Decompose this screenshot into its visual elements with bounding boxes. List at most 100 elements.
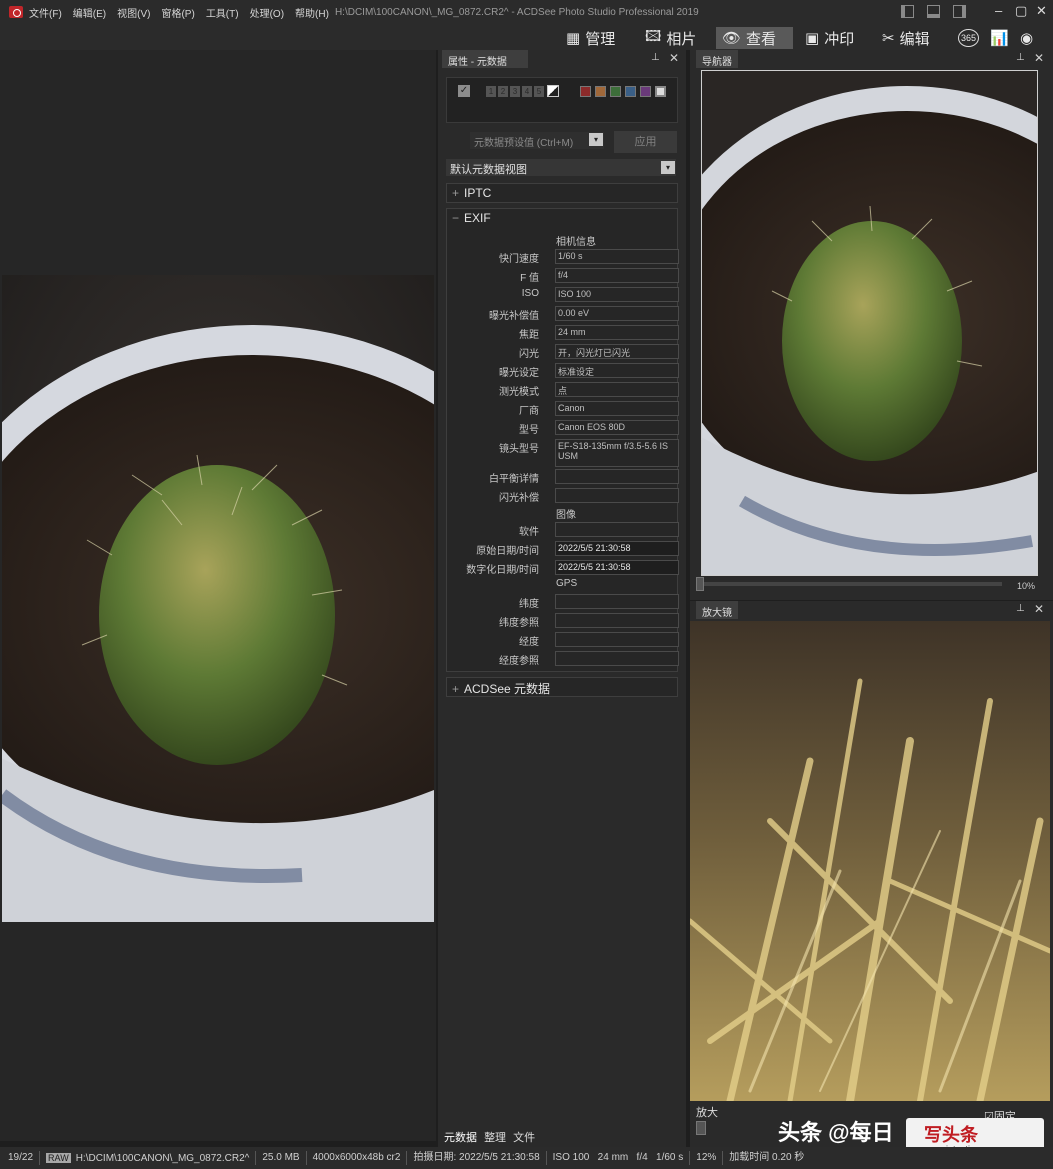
status-date: 拍摄日期: 2022/5/5 21:30:58 — [407, 1151, 547, 1165]
layout-right-icon[interactable] — [953, 5, 966, 18]
rating-3[interactable]: 3 — [510, 86, 520, 97]
navigator-zoom-handle[interactable] — [696, 577, 704, 591]
minimize-icon[interactable]: ‒ — [995, 3, 1002, 19]
software-field[interactable] — [555, 522, 679, 537]
exposure-mode-label: 曝光设定 — [499, 368, 539, 379]
mode-dashboard[interactable]: 📊 — [990, 27, 1009, 49]
iptc-section[interactable]: + IPTC — [446, 183, 678, 203]
layout-left-icon[interactable] — [901, 5, 914, 18]
mode-develop[interactable]: ▣ 冲印 — [805, 27, 854, 49]
mode-manage[interactable]: ▦ 管理 — [566, 27, 615, 49]
pin-icon[interactable]: ⊥ — [651, 52, 660, 63]
magnifier-view[interactable] — [690, 621, 1050, 1101]
status-load-time: 加载时间 0.20 秒 — [729, 1152, 805, 1163]
acdsee-metadata-section[interactable]: + ACDSee 元数据 — [446, 677, 678, 697]
status-path: RAW H:\DCIM\100CANON\_MG_0872.CR2^ — [40, 1151, 257, 1165]
menu-view[interactable]: 视图(V) — [117, 5, 150, 20]
image-heading: 图像 — [556, 510, 576, 521]
rating-1[interactable]: 1 — [486, 86, 496, 97]
lens-label: 镜头型号 — [499, 444, 539, 455]
latitude-ref-field[interactable] — [555, 613, 679, 628]
tab-magnifier[interactable]: 放大镜 — [696, 601, 738, 619]
tab-organize[interactable]: 整理 — [484, 1132, 506, 1144]
metering-field[interactable]: 点 — [555, 382, 679, 397]
fnumber-label: F 值 — [520, 273, 539, 284]
clear-rating-icon[interactable] — [547, 85, 559, 97]
mode-photos[interactable]: 🖾 相片 — [645, 27, 696, 49]
raw-badge: RAW — [46, 1153, 71, 1163]
close-icon[interactable]: ✕ — [1034, 51, 1044, 65]
status-zoom[interactable]: 12% — [690, 1151, 724, 1165]
tag-checkbox[interactable]: ✓ — [458, 85, 470, 97]
exposure-comp-field[interactable]: 0.00 eV — [555, 306, 679, 321]
magnifier-zoom-handle[interactable] — [696, 1121, 706, 1135]
lens-field[interactable]: EF-S18-135mm f/3.5-5.6 IS USM — [555, 439, 679, 467]
metadata-preset-dropdown[interactable]: 元数据预设值 (Ctrl+M) ▾ — [470, 132, 604, 149]
chevron-down-icon: ▾ — [661, 161, 675, 174]
status-index: 19/22 — [0, 1151, 41, 1165]
tab-metadata[interactable]: 元数据 — [444, 1132, 477, 1144]
menu-pane[interactable]: 窗格(P) — [161, 5, 194, 20]
rating-5[interactable]: 5 — [534, 86, 544, 97]
menu-edit[interactable]: 编辑(E) — [73, 5, 106, 20]
original-date-field[interactable]: 2022/5/5 21:30:58 — [555, 541, 679, 556]
metering-label: 测光模式 — [499, 387, 539, 398]
menu-tools[interactable]: 工具(T) — [206, 5, 239, 20]
pin-icon[interactable]: ⊥ — [1016, 603, 1025, 614]
longitude-field[interactable] — [555, 632, 679, 647]
flash-label: 闪光 — [519, 349, 539, 360]
rating-2[interactable]: 2 — [498, 86, 508, 97]
iso-field[interactable]: ISO 100 — [555, 287, 679, 302]
maximize-icon[interactable]: ▢ — [1015, 3, 1027, 19]
tab-properties-metadata[interactable]: 属性 - 元数据 — [442, 50, 528, 68]
navigator-zoom-slider[interactable] — [700, 582, 1002, 586]
model-field[interactable]: Canon EOS 80D — [555, 420, 679, 435]
digitized-date-field[interactable]: 2022/5/5 21:30:58 — [555, 560, 679, 575]
close-icon[interactable]: ✕ — [669, 51, 679, 65]
iso-label: ISO — [521, 288, 539, 299]
menu-file[interactable]: 文件(F) — [29, 5, 62, 20]
flash-comp-field[interactable] — [555, 488, 679, 503]
apply-button[interactable]: 应用 — [614, 131, 677, 153]
camera-info-heading: 相机信息 — [556, 237, 596, 248]
tab-file[interactable]: 文件 — [513, 1132, 535, 1144]
label-red[interactable] — [580, 86, 591, 97]
exif-header[interactable]: − EXIF — [452, 211, 491, 225]
close-icon[interactable]: ✕ — [1034, 602, 1044, 616]
label-purple[interactable] — [640, 86, 651, 97]
mode-365[interactable]: 365 — [958, 27, 980, 49]
flash-field[interactable]: 开，闪光灯已闪光 — [555, 344, 679, 359]
menu-process[interactable]: 处理(O) — [250, 5, 284, 20]
close-icon[interactable]: ✕ — [1036, 3, 1047, 19]
rating-4[interactable]: 4 — [522, 86, 532, 97]
navigator-thumbnail[interactable] — [701, 70, 1038, 576]
image-viewer[interactable] — [0, 50, 436, 1141]
label-blue[interactable] — [625, 86, 636, 97]
mode-visibility[interactable]: ◉ — [1020, 27, 1033, 49]
label-clear[interactable] — [655, 86, 666, 97]
longitude-ref-field[interactable] — [555, 651, 679, 666]
focal-field[interactable]: 24 mm — [555, 325, 679, 340]
app-icon[interactable] — [9, 6, 23, 18]
tab-navigator[interactable]: 导航器 — [696, 50, 738, 68]
label-green[interactable] — [610, 86, 621, 97]
white-balance-field[interactable] — [555, 469, 679, 484]
pin-icon[interactable]: ⊥ — [1016, 52, 1025, 63]
window-title: H:\DCIM\100CANON\_MG_0872.CR2^ - ACDSee … — [334, 6, 699, 18]
mode-view[interactable]: 👁 查看 — [716, 27, 793, 49]
exposure-mode-field[interactable]: 标准设定 — [555, 363, 679, 378]
expand-icon: + — [452, 682, 460, 696]
properties-panel: 属性 - 元数据 ⊥ ✕ ✓ 1 2 3 4 5 元数据预设值 (Ctrl+M)… — [438, 50, 686, 1147]
mode-edit[interactable]: ✂ 编辑 — [882, 27, 930, 49]
main-photo[interactable] — [2, 275, 434, 922]
magnifier-zoom-label: 放大 — [696, 1107, 718, 1119]
metadata-view-select[interactable]: 默认元数据视图 ▾ — [446, 159, 676, 176]
latitude-field[interactable] — [555, 594, 679, 609]
label-orange[interactable] — [595, 86, 606, 97]
maker-field[interactable]: Canon — [555, 401, 679, 416]
fnumber-field[interactable]: f/4 — [555, 268, 679, 283]
menu-help[interactable]: 帮助(H) — [295, 5, 329, 20]
white-balance-label: 白平衡详情 — [489, 474, 539, 485]
shutter-field[interactable]: 1/60 s — [555, 249, 679, 264]
layout-bottom-icon[interactable] — [927, 5, 940, 18]
